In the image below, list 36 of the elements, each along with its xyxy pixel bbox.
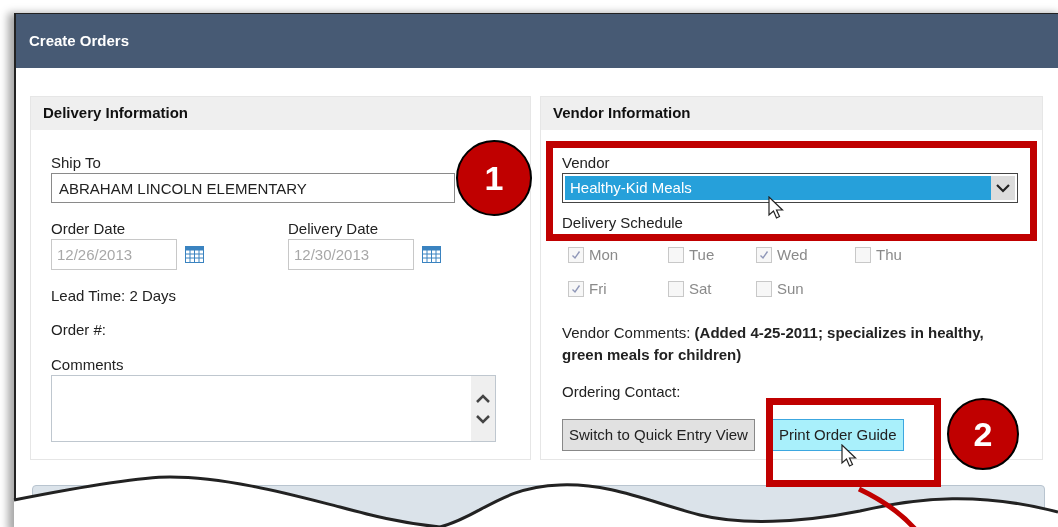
- field-label: Vendor: [562, 154, 611, 172]
- panel-title: Delivery Information: [43, 103, 189, 124]
- day-label: Sun: [777, 278, 804, 299]
- day-label: Thu: [876, 245, 902, 265]
- leader-line: [857, 487, 917, 527]
- checkmark-icon: [571, 250, 581, 261]
- field-label: Delivery Schedule: [562, 214, 683, 232]
- field-label: Order Date: [51, 220, 127, 238]
- scroll-down-icon[interactable]: [475, 413, 491, 424]
- vendor-comments-text: Vendor Comments: (Added 4-25-2011; specializes in healthy, green meals for children): [562, 323, 985, 365]
- action-button[interactable]: Switch to Quick Entry View: [562, 419, 755, 451]
- selected-value: Healthy-Kid Meals: [565, 176, 991, 200]
- field-label: Ship To: [51, 154, 102, 172]
- scrollbar[interactable]: [471, 376, 495, 441]
- day-label: Mon: [589, 245, 619, 265]
- panel-title: Vendor Information: [553, 103, 691, 124]
- day-label: Wed: [777, 245, 808, 265]
- day-label: Tue: [689, 245, 715, 265]
- ordering-contact-label: Ordering Contact:: [562, 383, 681, 401]
- cursor-icon: [768, 196, 784, 219]
- checkmark-icon: [759, 250, 769, 261]
- dropdown-caret-icon[interactable]: [995, 183, 1011, 193]
- field-label: Comments: [51, 356, 124, 374]
- field-label: Delivery Date: [288, 220, 380, 238]
- calendar-icon[interactable]: [185, 246, 204, 263]
- day-label: Fri: [589, 278, 607, 299]
- ship-to-field[interactable]: ABRAHAM LINCOLN ELEMENTARY: [51, 173, 455, 203]
- lead-time-text: Lead Time: 2 Days: [51, 287, 177, 305]
- day-label: Sat: [689, 278, 712, 299]
- scroll-up-icon[interactable]: [475, 393, 491, 404]
- checkmark-icon: [571, 283, 581, 294]
- comments-field[interactable]: [51, 375, 496, 442]
- calendar-icon[interactable]: [422, 246, 441, 263]
- window-title: Create Orders: [29, 30, 130, 51]
- action-button[interactable]: Print Order Guide: [771, 419, 904, 451]
- order-number-label: Order #:: [51, 321, 107, 339]
